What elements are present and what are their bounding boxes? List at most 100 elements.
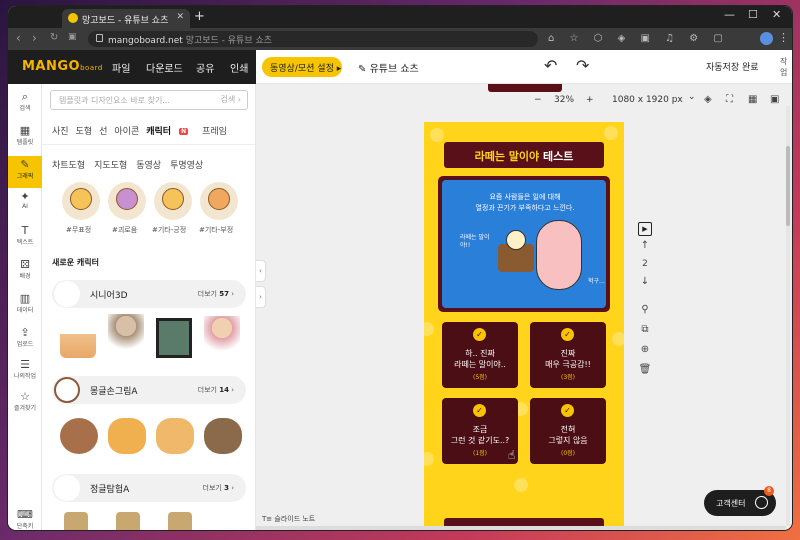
browser-tab[interactable]: 망고보드 - 유튜브 쇼츠 ✕ xyxy=(62,9,190,28)
cat-sticker[interactable] xyxy=(156,418,194,454)
cat-sticker[interactable] xyxy=(108,418,146,454)
rail-shortcuts[interactable]: ⌨ 단축키 xyxy=(8,506,42,530)
subtab-map-shape[interactable]: 지도도형 xyxy=(94,161,127,171)
design-page[interactable]: 라떼는 말이야 테스트 요즘 사람들은 일에 대해 열정과 끈기가 부족하다고 느… xyxy=(424,122,624,530)
rail-my-work[interactable]: ☰ 나의작업 xyxy=(8,356,42,388)
answer-card-4[interactable]: ✓ 전혀 그렇지 않음 (0점) xyxy=(530,398,606,464)
menu-file[interactable]: 파일 xyxy=(112,60,130,75)
new-tab-button[interactable]: + xyxy=(194,9,205,24)
scroll-thumb[interactable] xyxy=(786,146,790,226)
subtab-video[interactable]: 동영상 xyxy=(136,161,161,171)
bear-sticker[interactable] xyxy=(204,418,242,454)
character-sprite[interactable] xyxy=(108,314,144,354)
shield-icon[interactable]: ▣ xyxy=(68,32,77,42)
close-tab-icon[interactable]: ✕ xyxy=(176,12,184,22)
mangoboard-logo[interactable]: MANGOboard xyxy=(22,59,103,74)
rail-graphics[interactable]: ✎ 그래픽 xyxy=(8,156,42,188)
answer-card-3[interactable]: ✓ 조금 그런 것 같기도..? (1점) xyxy=(442,398,518,464)
character-thumb[interactable] xyxy=(62,182,100,220)
zoom-in-button[interactable]: + xyxy=(586,95,594,105)
magic-wand-icon[interactable]: ⚲ xyxy=(638,304,652,315)
fit-screen-icon[interactable]: ⛶ xyxy=(726,94,733,105)
delete-page-icon[interactable]: 🗑 xyxy=(638,364,652,375)
video-motion-settings-button[interactable]: 동영상/모션 설정 ▸ xyxy=(262,57,342,77)
rail-ai[interactable]: ✦ AI xyxy=(8,188,42,220)
answer-card-1[interactable]: ✓ 하.. 진짜 라떼는 말이야.. (5점) xyxy=(442,322,518,388)
rail-templates[interactable]: ▦ 템플릿 xyxy=(8,122,42,154)
character-group-jungle[interactable]: 정글탐험A 더보기 3 › xyxy=(52,474,246,502)
url-field[interactable]: mangoboard.net 망고보드 - 유튜브 쇼츠 xyxy=(88,31,538,47)
see-more-link[interactable]: 더보기 57 › xyxy=(198,289,234,299)
layers-icon[interactable]: ◈ xyxy=(704,94,712,105)
browser-menu-icon[interactable]: ⋮ xyxy=(778,31,789,44)
reload-icon[interactable]: ↻ xyxy=(50,32,58,43)
rail-text[interactable]: T 텍스트 xyxy=(8,222,42,254)
menu-print[interactable]: 인쇄 xyxy=(230,60,248,75)
menu-download[interactable]: 다운로드 xyxy=(146,60,183,75)
horizontal-scrollbar[interactable] xyxy=(256,526,786,530)
explorer-sprite[interactable] xyxy=(116,512,140,530)
rail-background[interactable]: ⚄ 배경 xyxy=(8,256,42,288)
character-sprite[interactable] xyxy=(204,316,240,356)
character-thumb[interactable] xyxy=(154,182,192,220)
rail-search[interactable]: ⌕ 검색 xyxy=(8,88,42,120)
subtab-chart-shape[interactable]: 차트도형 xyxy=(52,161,85,171)
rail-upload[interactable]: ⇪ 업로드 xyxy=(8,324,42,356)
character-thumb[interactable] xyxy=(108,182,146,220)
add-page-icon[interactable]: ⊕ xyxy=(638,344,652,355)
design-title[interactable]: 라떼는 말이야 테스트 xyxy=(444,142,604,168)
slide-note-toggle[interactable]: T≡ 슬라이드 노트 xyxy=(262,514,315,524)
tag-label[interactable]: #괴로움 xyxy=(112,225,137,235)
duplicate-page-icon[interactable]: ⧉ xyxy=(638,324,652,335)
profile-avatar[interactable] xyxy=(760,32,773,45)
tab-character[interactable]: 캐릭터 N xyxy=(146,127,195,137)
grid-icon[interactable]: ▦ xyxy=(748,94,757,105)
see-more-link[interactable]: 더보기 3 › xyxy=(203,483,234,493)
canvas-size[interactable]: 1080 x 1920 px xyxy=(612,95,683,105)
illustration-frame[interactable]: 요즘 사람들은 일에 대해 열정과 끈기가 부족하다고 느낀다. 라떼는 말이야!… xyxy=(438,176,610,312)
vertical-scrollbar[interactable] xyxy=(786,106,790,526)
tag-label[interactable]: #기타-부정 xyxy=(199,225,233,235)
tab-line[interactable]: 선 xyxy=(99,127,107,137)
dog-sticker[interactable] xyxy=(60,418,98,454)
subtab-transparent-video[interactable]: 투명영상 xyxy=(170,161,203,171)
answer-card-2[interactable]: ✓ 진짜 매우 극공감!! (3점) xyxy=(530,322,606,388)
tag-label[interactable]: #무표정 xyxy=(66,225,91,235)
zoom-level[interactable]: 32% xyxy=(554,95,574,105)
expand-panel-icon[interactable]: › xyxy=(256,286,266,308)
character-thumb[interactable] xyxy=(200,182,238,220)
document-name[interactable]: ✎ 유튜브 쇼츠 xyxy=(358,60,419,75)
collapse-panel-icon[interactable]: ‹ xyxy=(256,260,266,282)
tag-label[interactable]: #기타-긍정 xyxy=(152,225,186,235)
search-button[interactable]: 검색 › xyxy=(221,94,241,105)
work-menu[interactable]: 작업 xyxy=(780,56,792,78)
tab-photo[interactable]: 사진 xyxy=(52,127,69,137)
explorer-sprite[interactable] xyxy=(64,512,88,530)
image-icon[interactable]: ▣ xyxy=(770,94,779,105)
rail-data[interactable]: ▥ 데이터 xyxy=(8,290,42,322)
customer-center-button[interactable]: 고객센터 8 xyxy=(704,486,776,516)
minimize-button[interactable]: — xyxy=(724,8,735,21)
character-sprite[interactable] xyxy=(60,318,96,358)
size-dropdown-icon[interactable]: ⌄ xyxy=(688,92,696,102)
forward-icon[interactable]: › xyxy=(32,31,37,45)
rail-favorites[interactable]: ☆ 즐겨찾기 xyxy=(8,388,42,420)
search-input[interactable]: 템플릿과 디자인요소 바로 찾기... 검색 › xyxy=(50,90,248,110)
next-design-page[interactable] xyxy=(424,492,624,530)
page-up-icon[interactable]: ↑ xyxy=(638,240,652,251)
close-window-button[interactable]: ✕ xyxy=(772,8,781,21)
character-group-senior3d[interactable]: 시니어3D 더보기 57 › xyxy=(52,280,246,308)
explorer-sprite[interactable] xyxy=(168,512,192,530)
back-icon[interactable]: ‹ xyxy=(16,31,21,45)
tab-shape[interactable]: 도형 xyxy=(76,127,93,137)
character-group-monggeul[interactable]: 몽글손그림A 더보기 14 › xyxy=(52,376,246,404)
zoom-out-button[interactable]: − xyxy=(534,95,542,105)
play-button[interactable]: ▶ xyxy=(638,222,652,236)
extension-icons[interactable]: ⌂ ☆ ⬡ ◈ ▣ ♫ ⚙ ▢ xyxy=(548,33,729,44)
see-more-link[interactable]: 더보기 14 › xyxy=(198,385,234,395)
tab-frame[interactable]: 프레임 xyxy=(202,127,227,137)
character-sprite[interactable] xyxy=(156,318,192,358)
page-down-icon[interactable]: ↓ xyxy=(638,276,652,287)
undo-icon[interactable]: ↶ xyxy=(544,56,557,75)
maximize-button[interactable]: ☐ xyxy=(748,8,758,21)
